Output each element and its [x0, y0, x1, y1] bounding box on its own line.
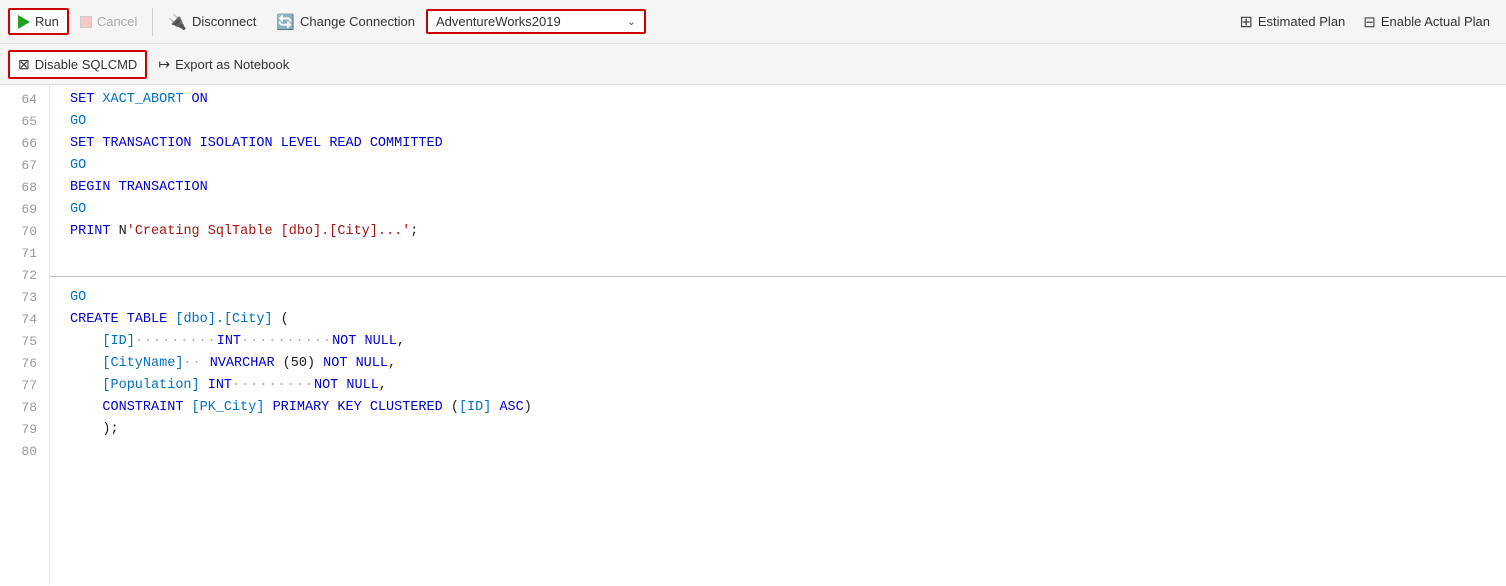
- code-line-80: [70, 441, 1506, 463]
- change-connection-icon: 🔄: [276, 13, 295, 31]
- code-line-73: GO: [70, 287, 1506, 309]
- code-line-70: PRINT N'Creating SqlTable [dbo].[City]..…: [70, 221, 1506, 243]
- disconnect-label: Disconnect: [192, 14, 256, 29]
- line-num-72: 72: [8, 265, 37, 287]
- run-button[interactable]: Run: [8, 8, 69, 35]
- code-line-71: [70, 243, 1506, 265]
- connection-dropdown[interactable]: AdventureWorks2019 ⌄: [426, 9, 646, 34]
- line-numbers: 64 65 66 67 68 69 70 71 72 73 74 75 76 7…: [0, 85, 50, 585]
- estimated-plan-button[interactable]: ⊞ Estimated Plan: [1231, 8, 1353, 36]
- export-notebook-button[interactable]: ↦ Export as Notebook: [149, 51, 298, 78]
- line-num-77: 77: [8, 375, 37, 397]
- disconnect-icon: 🔌: [168, 13, 187, 31]
- connection-name: AdventureWorks2019: [436, 14, 561, 29]
- line-num-78: 78: [8, 397, 37, 419]
- run-icon: [18, 15, 30, 29]
- line-num-65: 65: [8, 111, 37, 133]
- line-num-76: 76: [8, 353, 37, 375]
- code-line-65: GO: [70, 111, 1506, 133]
- code-line-78: CONSTRAINT [PK_City] PRIMARY KEY CLUSTER…: [70, 397, 1506, 419]
- code-area: 64 65 66 67 68 69 70 71 72 73 74 75 76 7…: [0, 85, 1506, 585]
- code-line-64: SET XACT_ABORT ON: [70, 89, 1506, 111]
- code-line-72: [70, 265, 1506, 287]
- change-connection-label: Change Connection: [300, 14, 415, 29]
- estimated-plan-icon: ⊞: [1239, 12, 1252, 32]
- run-label: Run: [35, 14, 59, 29]
- code-line-67: GO: [70, 155, 1506, 177]
- code-line-75: [ID]·········INT··········NOT NULL,: [70, 331, 1506, 353]
- toolbar-row2: ⊠ Disable SQLCMD ↦ Export as Notebook: [0, 44, 1506, 84]
- line-num-79: 79: [8, 419, 37, 441]
- line-num-80: 80: [8, 441, 37, 463]
- line-num-69: 69: [8, 199, 37, 221]
- cancel-icon: [80, 16, 92, 28]
- code-line-68: BEGIN TRANSACTION: [70, 177, 1506, 199]
- line-num-71: 71: [8, 243, 37, 265]
- code-line-76: [CityName]·· NVARCHAR (50) NOT NULL,: [70, 353, 1506, 375]
- enable-actual-plan-icon: ⊟: [1363, 13, 1376, 31]
- code-content[interactable]: SET XACT_ABORT ON GO SET TRANSACTION ISO…: [50, 85, 1506, 585]
- cancel-button[interactable]: Cancel: [71, 9, 146, 34]
- code-line-74: CREATE TABLE [dbo].[City] (: [70, 309, 1506, 331]
- code-line-79: );: [70, 419, 1506, 441]
- code-line-66: SET TRANSACTION ISOLATION LEVEL READ COM…: [70, 133, 1506, 155]
- code-line-69: GO: [70, 199, 1506, 221]
- disable-sqlcmd-button[interactable]: ⊠ Disable SQLCMD: [8, 50, 147, 79]
- disable-sqlcmd-icon: ⊠: [18, 56, 30, 73]
- line-num-64: 64: [8, 89, 37, 111]
- export-notebook-icon: ↦: [158, 56, 170, 73]
- line-num-73: 73: [8, 287, 37, 309]
- disconnect-button[interactable]: 🔌 Disconnect: [159, 8, 265, 36]
- line-num-70: 70: [8, 221, 37, 243]
- enable-actual-plan-button[interactable]: ⊟ Enable Actual Plan: [1355, 9, 1498, 35]
- line-num-66: 66: [8, 133, 37, 155]
- toolbar: Run Cancel 🔌 Disconnect 🔄 Change Connect…: [0, 0, 1506, 85]
- line-num-75: 75: [8, 331, 37, 353]
- enable-actual-plan-label: Enable Actual Plan: [1381, 14, 1490, 29]
- estimated-plan-label: Estimated Plan: [1258, 14, 1345, 29]
- toolbar-row1: Run Cancel 🔌 Disconnect 🔄 Change Connect…: [0, 0, 1506, 44]
- cancel-label: Cancel: [97, 14, 137, 29]
- code-line-77: [Population] INT·········NOT NULL,: [70, 375, 1506, 397]
- line-num-67: 67: [8, 155, 37, 177]
- disable-sqlcmd-label: Disable SQLCMD: [35, 57, 138, 72]
- separator1: [152, 8, 153, 36]
- line-num-74: 74: [8, 309, 37, 331]
- export-notebook-label: Export as Notebook: [175, 57, 289, 72]
- line-num-68: 68: [8, 177, 37, 199]
- change-connection-button[interactable]: 🔄 Change Connection: [267, 8, 424, 36]
- chevron-down-icon: ⌄: [627, 15, 636, 28]
